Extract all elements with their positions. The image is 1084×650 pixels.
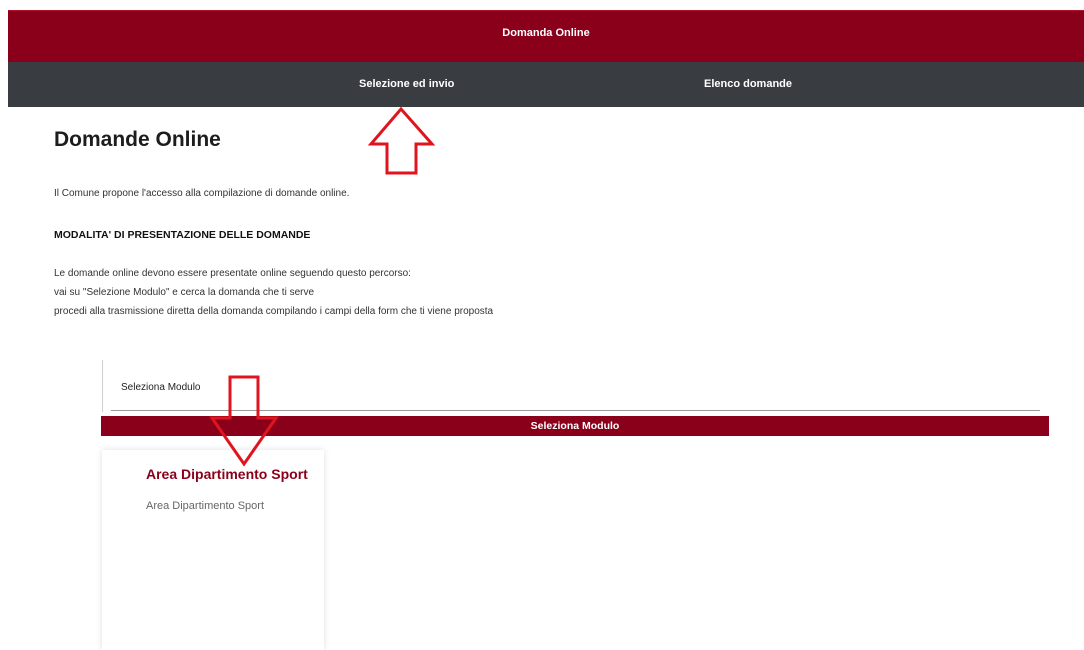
instruction-line-1: Le domande online devono essere presenta… xyxy=(54,268,411,279)
instruction-line-3: procedi alla trasmissione diretta della … xyxy=(54,306,494,317)
header-title[interactable]: Domanda Online xyxy=(8,27,1084,39)
page-title: Domande Online xyxy=(54,128,221,151)
nav-item-selezione-ed-invio[interactable]: Selezione ed invio xyxy=(359,78,454,90)
section-heading: MODALITA' DI PRESENTAZIONE DELLE DOMANDE xyxy=(54,229,311,241)
instruction-line-2: vai su "Selezione Modulo" e cerca la dom… xyxy=(54,287,315,298)
sub-navigation: Selezione ed invio Elenco domande xyxy=(8,62,1084,107)
top-header-bar: Domanda Online xyxy=(8,10,1084,62)
down-arrow-annotation-icon xyxy=(209,375,279,467)
card-title[interactable]: Area Dipartimento Sport xyxy=(146,466,308,482)
intro-text: Il Comune propone l'accesso alla compila… xyxy=(54,188,350,199)
active-indicator-notch xyxy=(566,48,580,54)
module-card[interactable]: Area Dipartimento Sport Area Dipartiment… xyxy=(102,450,324,650)
up-arrow-annotation-icon xyxy=(367,106,436,175)
tab-seleziona-modulo[interactable]: Seleziona Modulo xyxy=(121,382,201,393)
nav-item-elenco-domande[interactable]: Elenco domande xyxy=(704,78,792,90)
card-description: Area Dipartimento Sport xyxy=(146,500,264,512)
